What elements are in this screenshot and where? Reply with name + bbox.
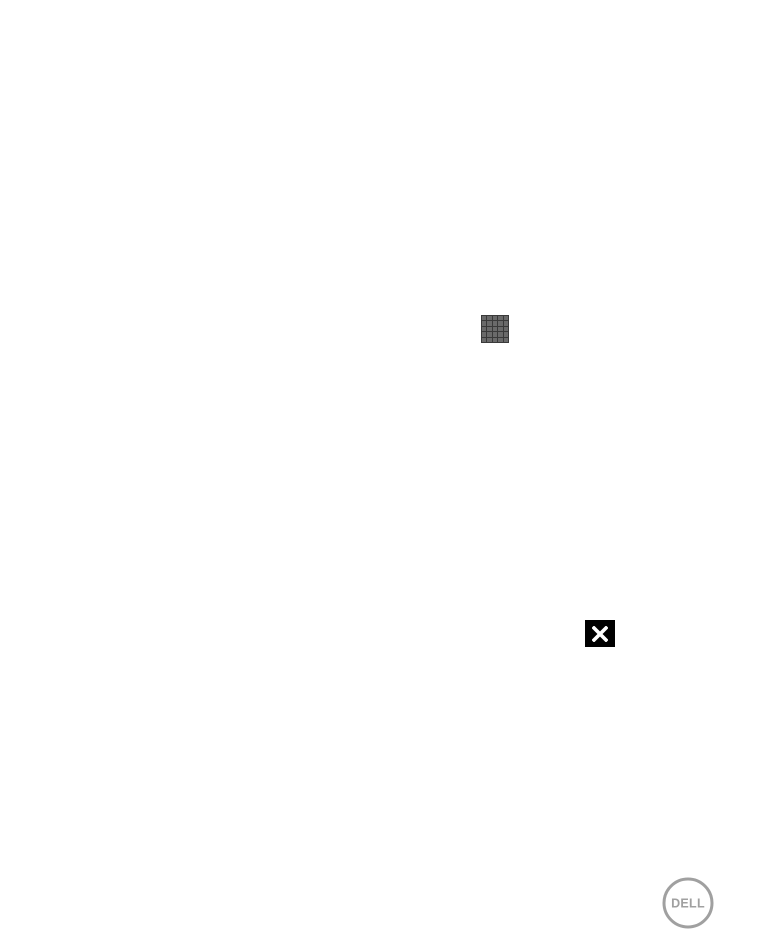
page: DELL <box>0 0 765 936</box>
dell-logo: DELL <box>662 877 714 929</box>
close-x-glyph <box>592 625 608 642</box>
apps-grid-icon[interactable] <box>481 315 509 343</box>
dell-logo-text: DELL <box>671 897 705 911</box>
close-icon[interactable] <box>585 620 615 647</box>
